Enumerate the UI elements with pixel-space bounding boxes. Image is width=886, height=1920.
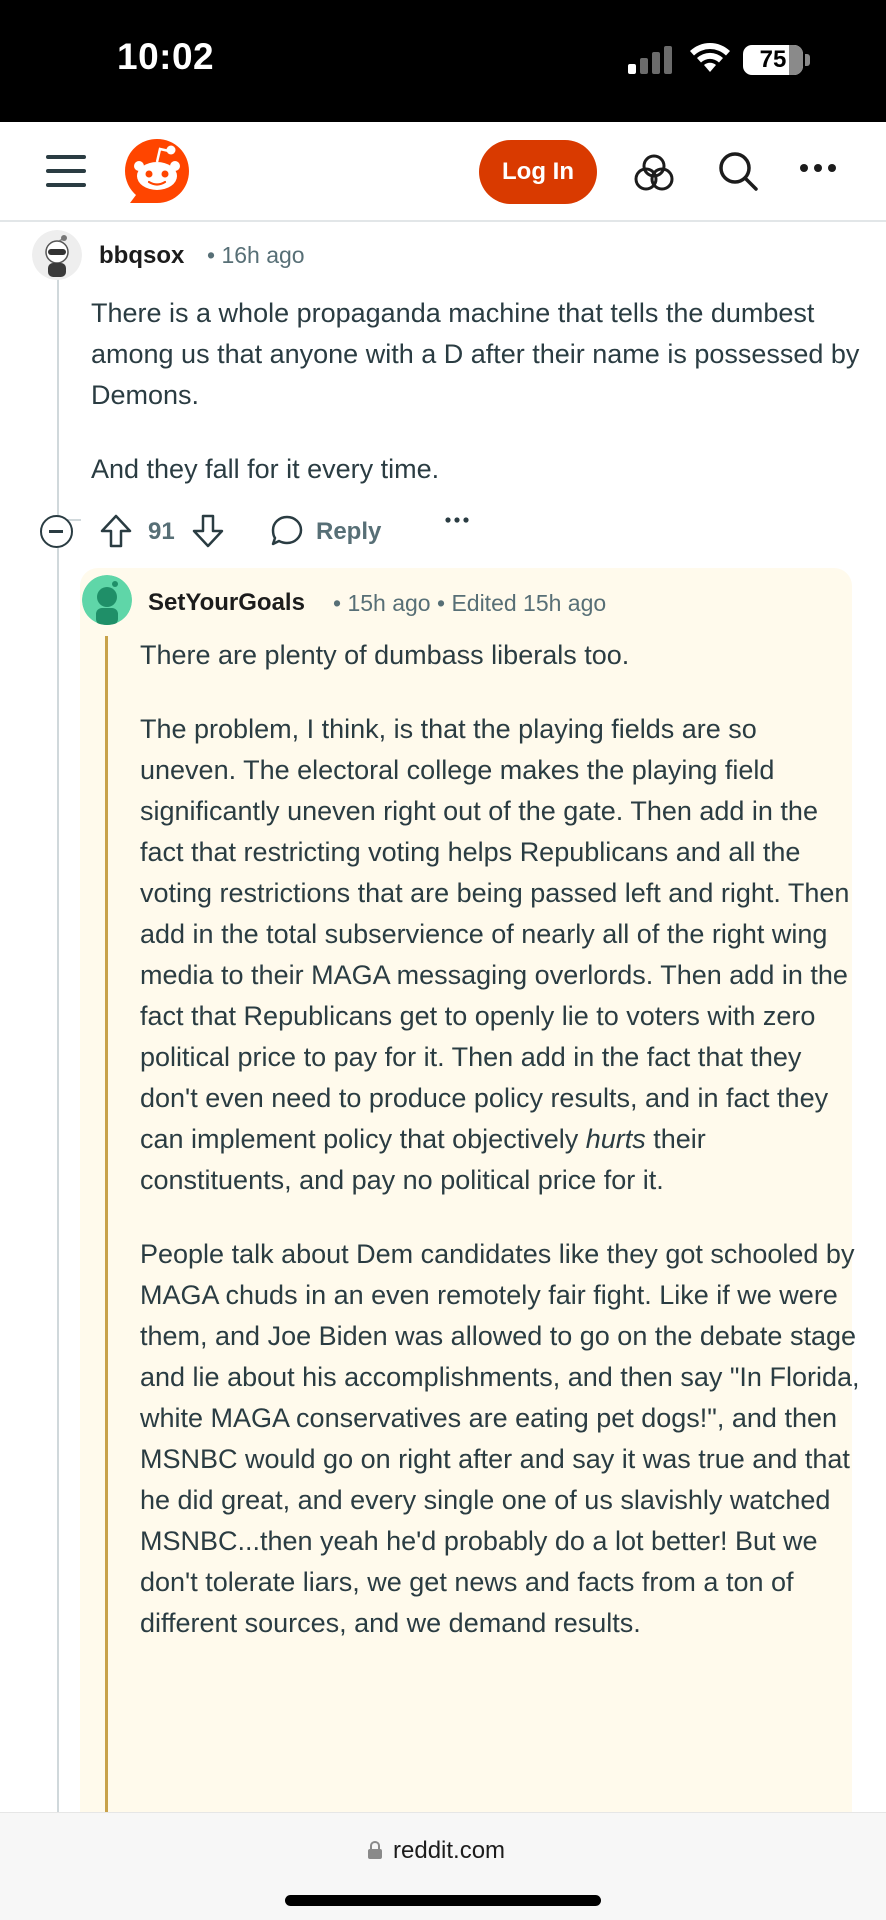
- avatar[interactable]: [32, 230, 82, 280]
- comment-body: There is a whole propaganda machine that…: [91, 293, 861, 490]
- url-text: reddit.com: [393, 1837, 506, 1864]
- reply-icon: [271, 515, 303, 546]
- reply-thread-line: [105, 636, 108, 1812]
- comment-author[interactable]: bbqsox: [99, 242, 184, 270]
- edited-label: Edited 15h ago: [451, 590, 607, 616]
- menu-icon[interactable]: [46, 153, 86, 189]
- more-options-icon[interactable]: [445, 516, 469, 524]
- battery-level: 75: [759, 46, 787, 73]
- comment-timestamp: 16h ago: [221, 242, 305, 268]
- apps-icon[interactable]: [633, 152, 675, 194]
- reply-body: There are plenty of dumbass liberals too…: [140, 635, 860, 1644]
- vote-count: 91: [148, 518, 175, 545]
- battery-icon: 75: [743, 45, 803, 75]
- reply-text: The problem, I think, is that the playin…: [140, 714, 850, 1154]
- comment-paragraph: And they fall for it every time.: [91, 454, 440, 484]
- home-indicator[interactable]: [285, 1895, 601, 1906]
- status-bar: 10:02 75: [0, 0, 886, 122]
- reply-timestamp: 15h ago: [347, 590, 431, 616]
- cellular-signal-icon: [628, 46, 672, 74]
- comment-time: • 16h ago: [207, 242, 305, 268]
- snoo-avatar-icon: [82, 575, 132, 625]
- avatar[interactable]: [82, 575, 132, 625]
- reply-author[interactable]: SetYourGoals: [148, 589, 305, 617]
- top-nav: Log In: [0, 122, 886, 222]
- reply-paragraph: People talk about Dem candidates like th…: [140, 1239, 860, 1638]
- collapse-icon[interactable]: [40, 515, 73, 548]
- reply-paragraph: The problem, I think, is that the playin…: [140, 709, 860, 1201]
- reply-emphasis: hurts: [585, 1124, 646, 1154]
- thread-line: [57, 272, 59, 1812]
- downvote-icon[interactable]: [192, 514, 224, 548]
- reddit-logo[interactable]: [122, 136, 192, 206]
- snoo-avatar-icon: [32, 230, 82, 280]
- upvote-icon[interactable]: [100, 514, 132, 548]
- search-icon[interactable]: [717, 150, 759, 192]
- battery-nub: [805, 54, 810, 66]
- reply-meta: • 15h ago • Edited 15h ago: [333, 590, 607, 616]
- comment-thread: bbqsox • 16h ago There is a whole propag…: [0, 224, 886, 1812]
- comment-paragraph: There is a whole propaganda machine that…: [91, 298, 860, 410]
- reply-paragraph: There are plenty of dumbass liberals too…: [140, 640, 630, 670]
- wifi-icon: [690, 43, 730, 72]
- lock-icon: [368, 1840, 382, 1859]
- login-button[interactable]: Log In: [479, 140, 597, 204]
- status-time: 10:02: [117, 36, 215, 77]
- more-icon[interactable]: [799, 162, 837, 174]
- reply-label: Reply: [316, 518, 382, 545]
